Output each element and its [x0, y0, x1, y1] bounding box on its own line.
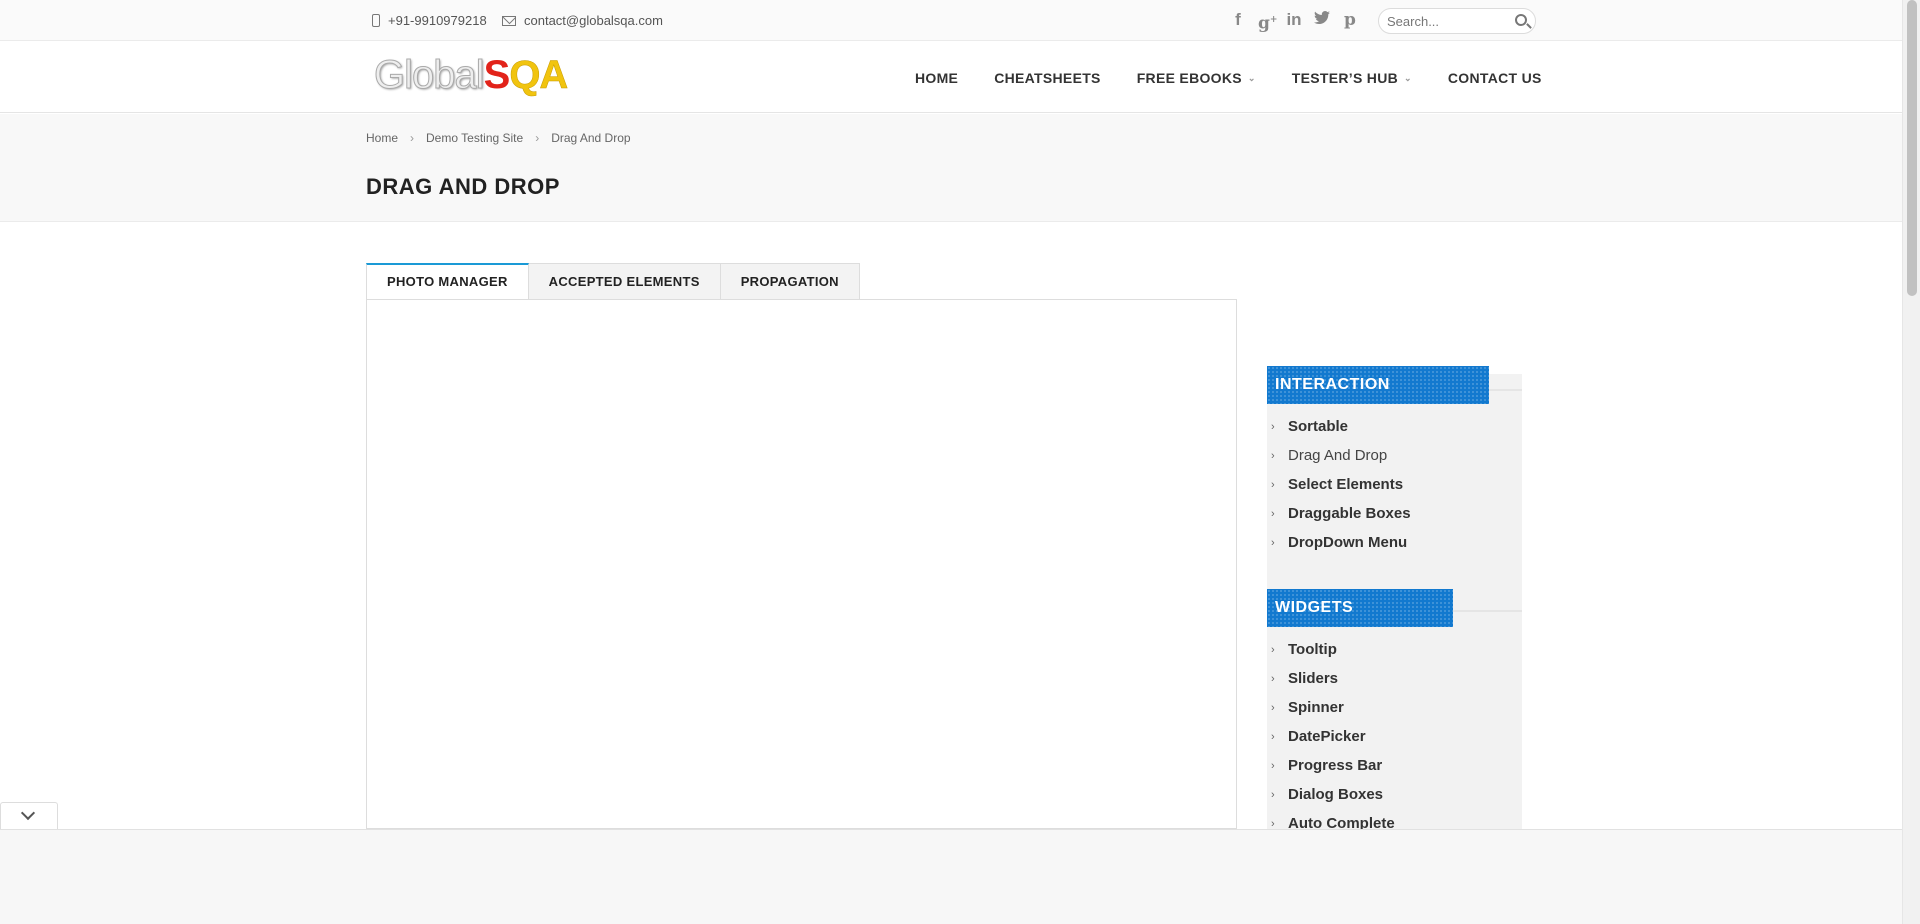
logo-text-qa: QA: [509, 53, 569, 98]
chevron-right-icon: ›: [1271, 759, 1275, 772]
breadcrumb-home[interactable]: Home: [366, 131, 398, 145]
phone-icon: [372, 14, 380, 27]
tab-photo-manager[interactable]: PHOTO MANAGER: [366, 263, 529, 300]
nav-contact-us-label: CONTACT US: [1447, 70, 1542, 86]
interaction-list: › Sortable › Drag And Drop › Select Element…: [1267, 412, 1411, 557]
chevron-right-icon: ›: [1271, 817, 1275, 830]
sidebar-item-label: Sliders: [1288, 670, 1339, 687]
chevron-right-icon: ›: [1271, 788, 1275, 801]
email-address[interactable]: contact@globalsqa.com: [524, 13, 663, 28]
social-links: f g+ in p: [1230, 10, 1358, 34]
heading-divider: [1489, 389, 1522, 391]
phone-number: +91-9910979218: [388, 13, 487, 28]
breadcrumb-demo-testing-site[interactable]: Demo Testing Site: [426, 131, 523, 145]
sidebar-item-sortable[interactable]: › Sortable: [1267, 412, 1411, 441]
sidebar-item-select-elements[interactable]: › Select Elements: [1267, 470, 1411, 499]
chevron-right-icon: ›: [1271, 730, 1275, 743]
mail-icon: [502, 15, 516, 26]
heading-divider: [1453, 610, 1522, 612]
chevron-right-icon: ›: [1271, 536, 1275, 549]
breadcrumb: Home › Demo Testing Site › Drag And Drop: [366, 131, 631, 145]
chevron-right-icon: ›: [1271, 420, 1275, 433]
bottom-bar-toggle[interactable]: [0, 802, 58, 829]
sidebar-item-label: DropDown Menu: [1288, 534, 1408, 551]
sidebar-item-label: Dialog Boxes: [1288, 786, 1384, 803]
page-title: DRAG AND DROP: [366, 174, 560, 199]
scrollbar-thumb[interactable]: [1907, 0, 1917, 296]
sidebar-heading-interaction: INTERACTION: [1267, 366, 1489, 404]
sidebar-item-label: DatePicker: [1288, 728, 1366, 745]
logo-text-s: S: [483, 53, 511, 97]
search-icon[interactable]: [1515, 14, 1527, 26]
sidebar-item-dropdown-menu[interactable]: › DropDown Menu: [1267, 528, 1411, 557]
sidebar-item-label: Select Elements: [1288, 476, 1404, 493]
chevron-down-icon: ⌄: [1247, 72, 1256, 83]
chevron-down-icon: ⌄: [1404, 72, 1412, 83]
search-box: [1378, 8, 1536, 34]
pinterest-icon[interactable]: p: [1342, 10, 1358, 30]
top-bar: +91-9910979218 contact@globalsqa.com f g…: [0, 0, 1902, 41]
search-input[interactable]: [1387, 9, 1507, 33]
tab-accepted-elements[interactable]: ACCEPTED ELEMENTS: [528, 263, 721, 300]
email-contact[interactable]: contact@globalsqa.com: [502, 13, 663, 28]
nav-testers-hub[interactable]: TESTER’S HUB ⌄: [1292, 70, 1412, 86]
chevron-right-icon: ›: [1271, 478, 1275, 491]
phone-contact: +91-9910979218: [372, 13, 487, 28]
bottom-anchor-bar: [0, 829, 1902, 924]
widgets-list: › Tooltip › Sliders › Spinner › DatePicker ›…: [1267, 635, 1395, 838]
nav-testers-hub-label: TESTER’S HUB: [1291, 70, 1399, 86]
sidebar: INTERACTION › Sortable › Drag And Drop › Se…: [1267, 366, 1522, 832]
demo-tabs: PHOTO MANAGER ACCEPTED ELEMENTS PROPAGAT…: [366, 263, 860, 300]
nav-cheatsheets-label: CHEATSHEETS: [994, 70, 1101, 86]
sidebar-item-draggable-boxes[interactable]: › Draggable Boxes: [1267, 499, 1411, 528]
globalsqa-logo[interactable]: GlobalSQA: [374, 53, 569, 98]
linkedin-icon[interactable]: in: [1286, 10, 1302, 30]
main-nav: HOME CHEATSHEETS FREE EBOOKS ⌄ TESTER’S H…: [915, 70, 1542, 86]
nav-cheatsheets[interactable]: CHEATSHEETS: [994, 70, 1101, 86]
sidebar-item-label: Draggable Boxes: [1288, 505, 1411, 522]
twitter-icon[interactable]: [1314, 10, 1330, 30]
sidebar-item-dialog-boxes[interactable]: › Dialog Boxes: [1267, 780, 1395, 809]
breadcrumb-separator-icon: ›: [410, 131, 415, 145]
sidebar-item-label: Sortable: [1288, 418, 1349, 435]
sidebar-item-label: Progress Bar: [1288, 757, 1383, 774]
nav-free-ebooks[interactable]: FREE EBOOKS ⌄: [1137, 70, 1256, 86]
chevron-right-icon: ›: [1271, 643, 1275, 656]
nav-free-ebooks-label: FREE EBOOKS: [1136, 70, 1242, 86]
sidebar-item-label: Tooltip: [1288, 641, 1337, 658]
chevron-right-icon: ›: [1271, 507, 1275, 520]
chevron-right-icon: ›: [1271, 449, 1275, 462]
tab-propagation[interactable]: PROPAGATION: [720, 263, 860, 300]
breadcrumb-separator-icon: ›: [535, 131, 540, 145]
sidebar-item-tooltip[interactable]: › Tooltip: [1267, 635, 1395, 664]
facebook-icon[interactable]: f: [1230, 10, 1246, 30]
page-scrollbar[interactable]: [1902, 0, 1920, 924]
sidebar-item-spinner[interactable]: › Spinner: [1267, 693, 1395, 722]
chevron-right-icon: ›: [1271, 701, 1275, 714]
breadcrumb-current: Drag And Drop: [551, 131, 631, 145]
sidebar-heading-widgets: WIDGETS: [1267, 589, 1453, 627]
sidebar-item-sliders[interactable]: › Sliders: [1267, 664, 1395, 693]
google-plus-icon[interactable]: g+: [1258, 10, 1277, 34]
nav-contact-us[interactable]: CONTACT US: [1448, 70, 1542, 86]
nav-home[interactable]: HOME: [915, 70, 958, 86]
sidebar-item-label: Drag And Drop: [1288, 447, 1388, 464]
chevron-right-icon: ›: [1271, 672, 1275, 685]
nav-home-label: HOME: [915, 70, 959, 86]
sidebar-item-label: Spinner: [1288, 699, 1344, 716]
logo-text-global: Global: [374, 53, 486, 98]
page-title-bar: Home › Demo Testing Site › Drag And Drop…: [0, 114, 1902, 222]
tab-panel-content: [366, 299, 1237, 829]
chevron-down-icon: [20, 805, 36, 821]
site-header: GlobalSQA HOME CHEATSHEETS FREE EBOOKS ⌄ …: [0, 41, 1902, 113]
sidebar-item-progress-bar[interactable]: › Progress Bar: [1267, 751, 1395, 780]
sidebar-item-drag-and-drop[interactable]: › Drag And Drop: [1267, 441, 1411, 470]
sidebar-item-datepicker[interactable]: › DatePicker: [1267, 722, 1395, 751]
